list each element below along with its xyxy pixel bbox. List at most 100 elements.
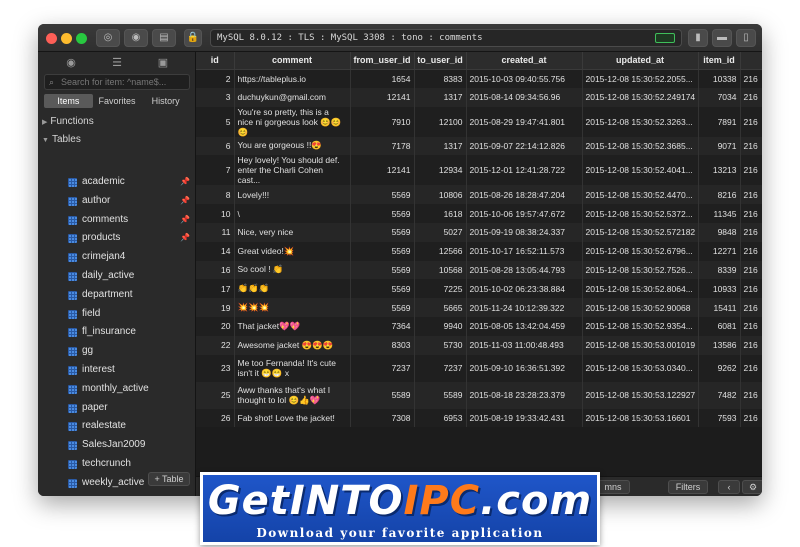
cell-id[interactable]: 26 <box>196 408 235 428</box>
preview-eye-icon-button[interactable]: ◉ <box>124 29 148 47</box>
cell-created[interactable]: 2015-08-18 23:28:23.379 <box>466 381 583 409</box>
cell-comment[interactable]: Aww thanks that's what I thought to lol … <box>234 381 351 409</box>
sidebar-table-item[interactable]: gg <box>38 342 196 361</box>
cell-extra[interactable]: 216 <box>740 408 762 428</box>
cell-item[interactable]: 11345 <box>698 204 741 223</box>
table-row[interactable]: 17 👏👏👏 5569 7225 2015-10-02 06:23:38.884 2015… <box>196 279 762 299</box>
cell-updated[interactable]: 2015-12-08 15:30:52.90068 <box>582 298 699 317</box>
database-icon[interactable]: ☰ <box>110 56 124 70</box>
cell-updated[interactable]: 2015-12-08 15:30:52.3685... <box>582 136 699 156</box>
cell-extra[interactable]: 216 <box>740 381 762 409</box>
cell-comment[interactable]: \ <box>234 204 351 223</box>
column-header[interactable] <box>740 52 762 70</box>
cell-extra[interactable]: 216 <box>740 316 762 336</box>
cell-comment[interactable]: Nice, very nice <box>234 222 351 242</box>
cell-id[interactable]: 7 <box>196 155 235 186</box>
cell-id[interactable]: 11 <box>196 222 235 242</box>
cell-updated[interactable]: 2015-12-08 15:30:52.249174 <box>582 87 699 107</box>
cell-from[interactable]: 5569 <box>350 279 415 299</box>
table-row[interactable]: 23 Me too Fernanda! It's cute isn't it 😁😁… <box>196 354 762 382</box>
cell-comment[interactable]: Awesome jacket 😍😍😍 <box>234 335 351 355</box>
cell-from[interactable]: 5589 <box>350 381 415 409</box>
cell-extra[interactable]: 216 <box>740 69 762 88</box>
column-header[interactable]: item_id <box>698 52 741 70</box>
cell-extra[interactable]: 216 <box>740 335 762 355</box>
cell-item[interactable]: 7891 <box>698 106 741 137</box>
table-row[interactable]: 25 Aww thanks that's what I thought to lo… <box>196 381 762 409</box>
cell-extra[interactable]: 216 <box>740 185 762 205</box>
pin-icon[interactable]: 📌 <box>180 211 190 230</box>
column-header[interactable]: comment <box>234 52 351 70</box>
cell-from[interactable]: 7237 <box>350 354 415 382</box>
cell-item[interactable]: 10338 <box>698 69 741 88</box>
cell-created[interactable]: 2015-10-17 16:52:11.573 <box>466 241 583 261</box>
cell-item[interactable]: 7593 <box>698 408 741 428</box>
cell-created[interactable]: 2015-10-02 06:23:38.884 <box>466 279 583 299</box>
search-input[interactable]: ⌕ Search for item: ^name$... <box>44 74 190 90</box>
table-row[interactable]: 7 Hey lovely! You should def. enter the C… <box>196 155 762 186</box>
zoom-window-button[interactable] <box>76 33 87 44</box>
cell-updated[interactable]: 2015-12-08 15:30:53.122927 <box>582 381 699 409</box>
cell-created[interactable]: 2015-10-06 19:57:47.672 <box>466 204 583 223</box>
close-window-button[interactable] <box>46 33 57 44</box>
cell-item[interactable]: 7034 <box>698 87 741 107</box>
cell-created[interactable]: 2015-09-19 08:38:24.337 <box>466 222 583 242</box>
cell-from[interactable]: 5569 <box>350 222 415 242</box>
toggle-left-panel-icon[interactable]: ▮ <box>688 29 708 47</box>
cell-item[interactable]: 15411 <box>698 298 741 317</box>
cell-item[interactable]: 8216 <box>698 185 741 205</box>
cell-id[interactable]: 23 <box>196 354 235 382</box>
cell-to[interactable]: 10806 <box>414 185 467 205</box>
cell-extra[interactable]: 216 <box>740 279 762 299</box>
cell-extra[interactable]: 216 <box>740 298 762 317</box>
cell-from[interactable]: 5569 <box>350 260 415 280</box>
cell-updated[interactable]: 2015-12-08 15:30:53.001019 <box>582 335 699 355</box>
cell-id[interactable]: 22 <box>196 335 235 355</box>
cell-item[interactable]: 9262 <box>698 354 741 382</box>
sidebar-table-item[interactable]: field <box>38 305 196 324</box>
cell-comment[interactable]: 👏👏👏 <box>234 279 351 299</box>
cell-to[interactable]: 5730 <box>414 335 467 355</box>
column-header[interactable]: from_user_id <box>350 52 415 70</box>
cell-item[interactable]: 9071 <box>698 136 741 156</box>
cell-updated[interactable]: 2015-12-08 15:30:53.16601 <box>582 408 699 428</box>
cell-comment[interactable]: You are gorgeous !!😍 <box>234 136 351 156</box>
tab-favorites[interactable]: Favorites <box>93 94 142 108</box>
tables-group[interactable]: ▼ Tables <box>42 134 81 145</box>
cell-updated[interactable]: 2015-12-08 15:30:52.6796... <box>582 241 699 261</box>
chevron-left-icon[interactable]: ‹ <box>718 480 740 494</box>
cell-created[interactable]: 2015-11-03 11:00:48.493 <box>466 335 583 355</box>
cell-from[interactable]: 12141 <box>350 155 415 186</box>
cell-item[interactable]: 7482 <box>698 381 741 409</box>
tab-items[interactable]: Items <box>44 94 93 108</box>
cell-extra[interactable]: 216 <box>740 136 762 156</box>
cell-comment[interactable]: duchuykun@gmail.com <box>234 87 351 107</box>
cell-created[interactable]: 2015-12-01 12:41:28.722 <box>466 155 583 186</box>
cell-updated[interactable]: 2015-12-08 15:30:52.572182 <box>582 222 699 242</box>
cell-from[interactable]: 5569 <box>350 241 415 261</box>
cell-to[interactable]: 9940 <box>414 316 467 336</box>
table-row[interactable]: 3 duchuykun@gmail.com 12141 1317 2015-08-14 … <box>196 87 762 107</box>
cell-comment[interactable]: Lovely!!! <box>234 185 351 205</box>
toggle-bottom-panel-icon[interactable]: ▬ <box>712 29 732 47</box>
cell-id[interactable]: 10 <box>196 204 235 223</box>
table-row[interactable]: 11 Nice, very nice 5569 5027 2015-09-19 08:3… <box>196 222 762 242</box>
cell-id[interactable]: 5 <box>196 106 235 137</box>
cell-comment[interactable]: So cool ! 👏 <box>234 260 351 280</box>
table-row[interactable]: 8 Lovely!!! 5569 10806 2015-08-26 18:28:47.2… <box>196 185 762 205</box>
sidebar-table-item[interactable]: techcrunch <box>38 455 196 474</box>
cell-extra[interactable]: 216 <box>740 260 762 280</box>
cell-extra[interactable]: 216 <box>740 222 762 242</box>
sidebar-table-item[interactable]: fl_insurance <box>38 323 196 342</box>
table-row[interactable]: 22 Awesome jacket 😍😍😍 8303 5730 2015-11-03 1… <box>196 335 762 355</box>
cell-id[interactable]: 14 <box>196 241 235 261</box>
minimize-window-button[interactable] <box>61 33 72 44</box>
sidebar-table-item[interactable]: monthly_active <box>38 380 196 399</box>
cell-item[interactable]: 6081 <box>698 316 741 336</box>
sidebar-table-item[interactable]: academic 📌 <box>38 173 196 192</box>
table-row[interactable]: 26 Fab shot! Love the jacket! 7308 6953 2015… <box>196 408 762 428</box>
sidebar-table-item[interactable]: SalesJan2009 <box>38 436 196 455</box>
table-row[interactable]: 19 💥💥💥 5569 5665 2015-11-24 10:12:39.322 2015… <box>196 298 762 317</box>
cell-id[interactable]: 25 <box>196 381 235 409</box>
cell-updated[interactable]: 2015-12-08 15:30:52.3263... <box>582 106 699 137</box>
